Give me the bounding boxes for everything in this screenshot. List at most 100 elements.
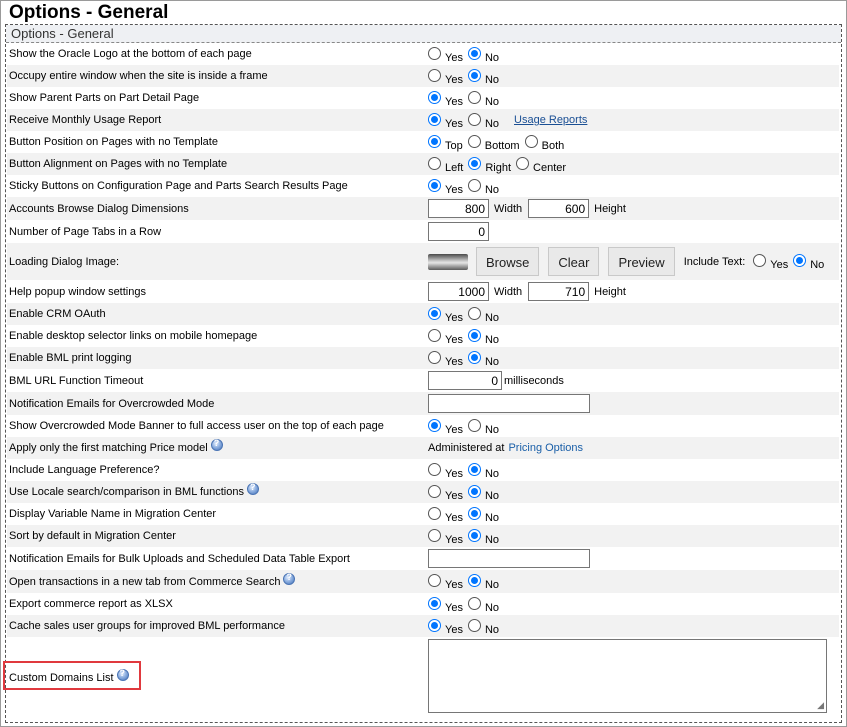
row-page-tabs: Number of Page Tabs in a Row 0 xyxy=(7,220,839,243)
parent-parts-yes-radio[interactable]: Yes xyxy=(428,90,463,108)
label-button-position: Button Position on Pages with no Templat… xyxy=(9,136,218,148)
resize-grip-icon[interactable]: ◢ xyxy=(817,700,824,711)
label-button-alignment: Button Alignment on Pages with no Templa… xyxy=(9,158,228,170)
language-no-radio[interactable]: No xyxy=(467,462,499,480)
administered-at-text: Administered at xyxy=(428,442,505,454)
desktop-links-no-radio[interactable]: No xyxy=(467,328,499,346)
open-transactions-no-radio[interactable]: No xyxy=(467,574,499,591)
help-icon[interactable] xyxy=(210,438,223,451)
label-loading-image: Loading Dialog Image: xyxy=(9,255,120,268)
label-bml-timeout: BML URL Function Timeout xyxy=(9,374,144,387)
browse-button[interactable]: Browse xyxy=(476,247,540,276)
label-desktop-links: Enable desktop selector links on mobile … xyxy=(9,330,258,342)
row-notif-overcrowded: Notification Emails for Overcrowded Mode xyxy=(7,392,839,415)
row-usage-report: Receive Monthly Usage Report Yes No Usag… xyxy=(7,109,839,131)
variable-name-no-radio[interactable]: No xyxy=(467,506,499,524)
row-bml-print: Enable BML print logging Yes No xyxy=(7,347,839,369)
help-icon[interactable] xyxy=(247,482,259,495)
desktop-links-yes-radio[interactable]: Yes xyxy=(428,328,463,346)
label-open-transactions: Open transactions in a new tab from Comm… xyxy=(9,575,281,588)
bml-print-no-radio[interactable]: No xyxy=(467,350,499,368)
label-notif-overcrowded: Notification Emails for Overcrowded Mode xyxy=(9,397,215,410)
cache-groups-no-radio[interactable]: No xyxy=(467,618,499,636)
row-entire-window: Occupy entire window when the site is in… xyxy=(7,65,839,87)
help-icon[interactable] xyxy=(116,668,129,681)
row-export-xlsx: Export commerce report as XLSX Yes No xyxy=(7,593,839,615)
preview-button[interactable]: Preview xyxy=(608,247,675,276)
crm-oauth-no-radio[interactable]: No xyxy=(467,306,499,324)
oracle-logo-no-radio[interactable]: No xyxy=(467,46,499,64)
overcrowded-yes-radio[interactable]: Yes xyxy=(428,418,463,436)
bml-timeout-input[interactable]: 0 xyxy=(428,371,502,390)
position-top-radio[interactable]: Top xyxy=(428,134,463,152)
sticky-no-radio[interactable]: No xyxy=(467,178,499,196)
entire-window-no-radio[interactable]: No xyxy=(467,68,499,86)
label-page-tabs: Number of Page Tabs in a Row xyxy=(9,225,162,238)
parent-parts-no-radio[interactable]: No xyxy=(467,90,499,108)
locale-no-radio[interactable]: No xyxy=(467,484,499,502)
position-both-radio[interactable]: Both xyxy=(524,134,564,152)
export-xlsx-yes-radio[interactable]: Yes xyxy=(428,596,463,614)
accounts-height-label: Height xyxy=(594,202,626,215)
help-height-label: Height xyxy=(594,285,626,298)
label-crm-oauth: Enable CRM OAuth xyxy=(9,308,106,320)
label-export-xlsx: Export commerce report as XLSX xyxy=(9,598,173,610)
help-icon[interactable] xyxy=(283,572,296,585)
align-center-radio[interactable]: Center xyxy=(516,156,566,174)
label-variable-name: Display Variable Name in Migration Cente… xyxy=(9,508,217,520)
align-right-radio[interactable]: Right xyxy=(468,156,511,174)
sort-migration-yes-radio[interactable]: Yes xyxy=(428,528,463,546)
locale-yes-radio[interactable]: Yes xyxy=(428,484,463,502)
bml-print-yes-radio[interactable]: Yes xyxy=(428,350,463,368)
row-oracle-logo: Show the Oracle Logo at the bottom of ea… xyxy=(7,43,839,65)
label-cache-groups: Cache sales user groups for improved BML… xyxy=(9,620,285,632)
row-open-transactions: Open transactions in a new tab from Comm… xyxy=(7,570,839,593)
accounts-height-input[interactable]: 600 xyxy=(528,199,590,218)
row-parent-parts: Show Parent Parts on Part Detail Page Ye… xyxy=(7,87,839,109)
row-custom-domains: Custom Domains List ◢ xyxy=(3,637,839,719)
row-accounts-dims: Accounts Browse Dialog Dimensions 800 Wi… xyxy=(7,197,839,220)
row-variable-name: Display Variable Name in Migration Cente… xyxy=(7,503,839,525)
row-first-price-model: Apply only the first matching Price mode… xyxy=(7,437,839,459)
label-help-popup: Help popup window settings xyxy=(9,285,146,298)
usage-reports-link[interactable]: Usage Reports xyxy=(514,114,587,126)
crm-oauth-yes-radio[interactable]: Yes xyxy=(428,306,463,324)
label-overcrowded-banner: Show Overcrowded Mode Banner to full acc… xyxy=(9,420,384,432)
include-text-yes-radio[interactable]: Yes xyxy=(753,254,788,271)
help-height-input[interactable]: 710 xyxy=(528,282,590,301)
usage-report-no-radio[interactable]: No xyxy=(467,112,499,130)
align-left-radio[interactable]: Left xyxy=(428,156,463,174)
overcrowded-no-radio[interactable]: No xyxy=(467,418,499,436)
label-parent-parts: Show Parent Parts on Part Detail Page xyxy=(9,92,200,104)
usage-report-yes-radio[interactable]: Yes xyxy=(428,112,463,130)
language-yes-radio[interactable]: Yes xyxy=(428,462,463,480)
sticky-yes-radio[interactable]: Yes xyxy=(428,178,463,196)
cache-groups-yes-radio[interactable]: Yes xyxy=(428,618,463,636)
notif-bulk-input[interactable] xyxy=(428,549,590,568)
row-cache-groups: Cache sales user groups for improved BML… xyxy=(7,615,839,637)
row-help-popup: Help popup window settings 1000 Width 71… xyxy=(7,280,839,303)
label-custom-domains: Custom Domains List xyxy=(9,672,114,684)
row-sticky-buttons: Sticky Buttons on Configuration Page and… xyxy=(7,175,839,197)
pricing-options-link[interactable]: Pricing Options xyxy=(508,442,583,454)
clear-button[interactable]: Clear xyxy=(548,247,600,276)
oracle-logo-yes-radio[interactable]: Yes xyxy=(428,46,463,64)
help-width-input[interactable]: 1000 xyxy=(428,282,489,301)
position-bottom-radio[interactable]: Bottom xyxy=(467,134,520,152)
export-xlsx-no-radio[interactable]: No xyxy=(467,596,499,614)
include-text-no-radio[interactable]: No xyxy=(793,254,824,271)
notif-overcrowded-input[interactable] xyxy=(428,394,590,413)
label-language-pref: Include Language Preference? xyxy=(9,464,160,476)
sort-migration-no-radio[interactable]: No xyxy=(467,528,499,546)
custom-domains-textarea[interactable]: ◢ xyxy=(428,639,827,713)
milliseconds-label: milliseconds xyxy=(504,374,564,387)
open-transactions-yes-radio[interactable]: Yes xyxy=(428,574,463,591)
entire-window-yes-radio[interactable]: Yes xyxy=(428,68,463,86)
options-panel: Options - General Show the Oracle Logo a… xyxy=(3,24,842,723)
row-language-pref: Include Language Preference? Yes No xyxy=(7,459,839,481)
label-oracle-logo: Show the Oracle Logo at the bottom of ea… xyxy=(9,48,252,60)
label-first-price-model: Apply only the first matching Price mode… xyxy=(9,442,208,454)
variable-name-yes-radio[interactable]: Yes xyxy=(428,506,463,524)
accounts-width-input[interactable]: 800 xyxy=(428,199,489,218)
page-tabs-input[interactable]: 0 xyxy=(428,222,489,241)
